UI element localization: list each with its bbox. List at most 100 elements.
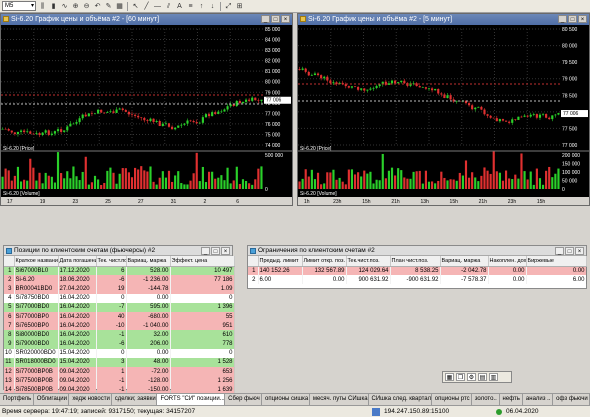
column-header[interactable]: План чист.поз. bbox=[390, 256, 441, 267]
chart-window-5min[interactable]: Si-6.20 График цены и объёма #2 - [5 мин… bbox=[297, 13, 590, 206]
maximize-icon[interactable]: □ bbox=[568, 15, 577, 23]
column-header[interactable]: Предыд. лимит bbox=[258, 256, 303, 267]
workspace-tab[interactable]: золото.. bbox=[472, 394, 500, 405]
workspace-tab[interactable]: анализ .. bbox=[523, 394, 554, 405]
table-row[interactable]: 10 SR020000BD0 15.04.2020 0 0.00 0 bbox=[4, 348, 235, 358]
text-tool-icon[interactable]: A bbox=[175, 2, 184, 11]
table-row[interactable]: 3 BR00041BD0 27.04.2020 19 -144.78 1.09 bbox=[4, 284, 235, 294]
candle-body bbox=[323, 76, 326, 79]
workspace-tab[interactable]: нефть bbox=[500, 394, 523, 405]
workspace-tab[interactable]: сделки; заявки bbox=[112, 394, 158, 405]
workspace-tab[interactable]: FORTS "СИ" позиции... bbox=[157, 394, 226, 405]
table-row[interactable]: 9 Si79000BD0 16.04.2020 -6 206.00 778 bbox=[4, 339, 235, 349]
volume-bar bbox=[204, 182, 208, 189]
table-cell: 900 631.92 bbox=[346, 275, 391, 285]
workspace-tab[interactable]: Портфель bbox=[0, 394, 34, 405]
ruler-icon[interactable]: ⊞ bbox=[235, 2, 244, 11]
close-icon[interactable]: × bbox=[578, 15, 587, 23]
close-icon[interactable]: × bbox=[575, 247, 584, 255]
trendline-icon[interactable]: ╱ bbox=[142, 2, 151, 11]
column-header[interactable]: Лимит откр. поз. bbox=[302, 256, 347, 267]
candle-body bbox=[390, 80, 394, 84]
fibo-icon[interactable]: ≡ bbox=[186, 2, 195, 11]
volume-bar bbox=[443, 177, 446, 189]
cursor-icon[interactable]: ↖ bbox=[131, 2, 140, 11]
minimize-icon[interactable]: _ bbox=[555, 247, 564, 255]
candle-body bbox=[56, 129, 60, 132]
chart-window-60min[interactable]: Si-6.20 График цены и объёма #2 - [60 ми… bbox=[0, 13, 293, 206]
table-row[interactable]: 7 Si76500BP0 16.04.2020 -10 -1 040.00 951 bbox=[4, 321, 235, 331]
volume-bar bbox=[498, 172, 501, 189]
volume-bar bbox=[4, 168, 7, 189]
expand-icon[interactable]: ⤢ bbox=[224, 2, 233, 11]
workspace-tab[interactable]: опционы сишка bbox=[262, 394, 310, 405]
close-icon[interactable]: × bbox=[281, 15, 290, 23]
table-icon[interactable]: ▥ bbox=[489, 373, 498, 381]
channel-icon[interactable]: ⫽ bbox=[164, 2, 173, 11]
column-header[interactable]: Эффект. цена bbox=[170, 256, 235, 267]
volume-bar bbox=[251, 184, 254, 189]
column-header[interactable]: Тек.чист.поз. bbox=[346, 256, 391, 267]
column-header[interactable]: Вариац. маржа bbox=[126, 256, 171, 267]
workspace-tab[interactable]: Облигации bbox=[34, 394, 70, 405]
column-header[interactable]: Тек. чист.поз. bbox=[96, 256, 127, 267]
zoom-in-icon[interactable]: ⊕ bbox=[71, 2, 80, 11]
minimize-icon[interactable]: _ bbox=[558, 15, 567, 23]
chart-icon[interactable]: ▤ bbox=[478, 373, 487, 381]
table-row[interactable]: 8 Si80000BD0 16.04.2020 -1 32.00 610 bbox=[4, 330, 235, 340]
column-header[interactable] bbox=[248, 256, 259, 267]
table-row[interactable]: 2 Si-6.20 18.06.2020 -6 -1 236.00 77 186 bbox=[4, 275, 235, 285]
volume-bar bbox=[214, 178, 217, 189]
column-header[interactable]: Вариац. маржа bbox=[440, 256, 489, 267]
workspace-tab[interactable]: месяч. путы СИшка bbox=[310, 394, 369, 405]
workspace-tab[interactable]: хедж новости bbox=[69, 394, 112, 405]
line-icon[interactable]: ∿ bbox=[60, 2, 69, 11]
workspace-tab[interactable]: офз фьючи bbox=[553, 394, 590, 405]
table-window-icon bbox=[250, 248, 256, 254]
minimize-icon[interactable]: _ bbox=[201, 247, 210, 255]
column-header[interactable]: Биржевые bbox=[526, 256, 587, 267]
close-icon[interactable]: × bbox=[221, 247, 230, 255]
column-header[interactable]: Краткое название bbox=[14, 256, 59, 267]
workspace-tab[interactable]: СИшка след. квартал bbox=[369, 394, 432, 405]
table-row[interactable]: 2 6.00 0.00 900 631.92 -900 631.92 -7 578.37 0… bbox=[248, 275, 587, 285]
price-volume-chart[interactable]: 85 000 84 000 83 000 82 000 81 000 80 000 79 0… bbox=[1, 25, 292, 205]
settings-icon[interactable]: ⚙ bbox=[467, 373, 476, 381]
zoom-out-icon[interactable]: ⊖ bbox=[82, 2, 91, 11]
candles-icon[interactable]: ▮ bbox=[49, 2, 58, 11]
table-row[interactable]: 12 Si77000BP0B 09.04.2020 1 -72.00 653 bbox=[4, 367, 235, 377]
table-row[interactable]: 4 Si78750BD0 16.04.2020 0 0.00 0 bbox=[4, 293, 235, 303]
column-header[interactable]: Накоплен. доход bbox=[488, 256, 527, 267]
edit-icon[interactable]: ✎ bbox=[104, 2, 113, 11]
table-row[interactable]: 13 Si77500BP0B 09.04.2020 -1 -128.00 1 256 bbox=[4, 376, 235, 386]
workspace-tab[interactable]: Сбер фьюч bbox=[225, 394, 262, 405]
column-header[interactable]: Дата погашения bbox=[58, 256, 97, 267]
candle-body bbox=[93, 113, 97, 114]
minimize-icon[interactable]: _ bbox=[261, 15, 270, 23]
maximize-icon[interactable]: □ bbox=[565, 247, 574, 255]
table-row[interactable]: 5 Si77000BD0 16.04.2020 -7 595.00 1 396 bbox=[4, 302, 235, 312]
undo-icon[interactable]: ↶ bbox=[93, 2, 102, 11]
candle-body bbox=[241, 101, 245, 104]
timeframe-select[interactable]: M5 bbox=[2, 1, 36, 11]
table-cell: 19 bbox=[96, 284, 127, 294]
table-row[interactable]: 1 140 152.26 132 567.89 124 029.64 8 538.25-… bbox=[248, 266, 587, 276]
maximize-icon[interactable]: □ bbox=[211, 247, 220, 255]
workspace-tab[interactable]: опционы ртс bbox=[432, 394, 472, 405]
column-header[interactable] bbox=[4, 256, 15, 267]
hline-icon[interactable]: — bbox=[153, 2, 162, 11]
table-row[interactable]: 6 Si77000BP0 16.04.2020 40 -680.00 55 bbox=[4, 311, 235, 322]
copy-icon[interactable]: ❐ bbox=[456, 373, 465, 381]
candle-body bbox=[47, 130, 50, 135]
maximize-icon[interactable]: □ bbox=[271, 15, 280, 23]
table-row[interactable]: 11 SR018000BD0 15.04.2020 3 48.00 1 528 bbox=[4, 357, 235, 368]
volume-tick-label: 0 bbox=[562, 187, 565, 193]
table-row[interactable]: 1 Si67000BL0 17.12.2020 6 528.00 10 497 bbox=[4, 266, 235, 276]
grid-icon[interactable]: ▦ bbox=[115, 2, 124, 11]
table-cell: Si77000BP0 bbox=[14, 311, 59, 322]
price-volume-chart[interactable]: 80 50080 00079 50079 00078 50078 00077 5… bbox=[298, 25, 589, 205]
arrow-down-icon[interactable]: ↓ bbox=[208, 2, 217, 11]
bars-icon[interactable]: ⫼ bbox=[38, 2, 47, 11]
grid-icon[interactable]: ▦ bbox=[445, 373, 454, 381]
arrow-up-icon[interactable]: ↑ bbox=[197, 2, 206, 11]
